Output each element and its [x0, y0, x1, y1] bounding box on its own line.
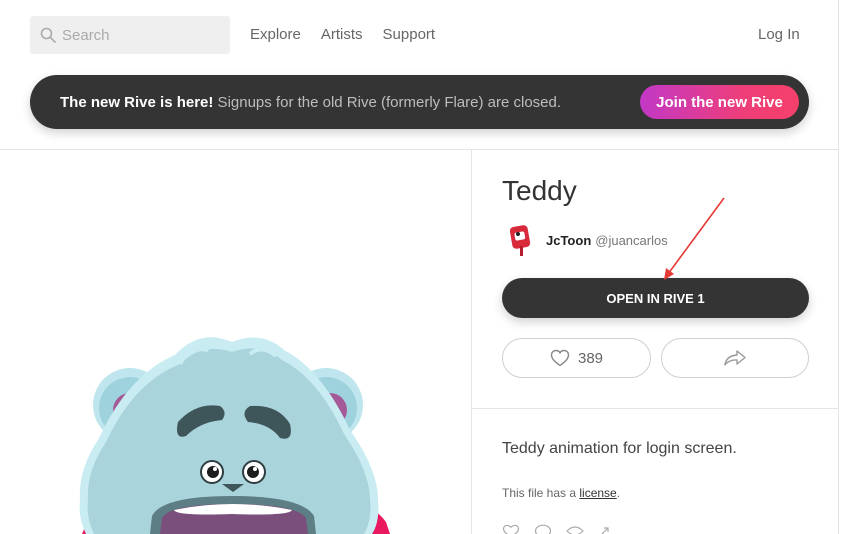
stat-views — [566, 524, 584, 534]
author-handle[interactable]: @juancarlos — [595, 233, 667, 248]
join-new-rive-button[interactable]: Join the new Rive — [640, 85, 799, 119]
banner-body: Signups for the old Rive (formerly Flare… — [213, 93, 562, 111]
search-bar[interactable] — [30, 16, 230, 54]
share-icon — [724, 350, 746, 366]
heart-icon — [502, 524, 520, 534]
stat-forks — [598, 524, 616, 534]
comment-icon — [534, 524, 552, 534]
nav-support[interactable]: Support — [383, 26, 436, 43]
artwork-preview[interactable] — [0, 150, 471, 534]
file-stats — [502, 524, 616, 534]
eye-icon — [566, 526, 584, 534]
share-button[interactable] — [661, 338, 809, 378]
teddy-illustration — [79, 337, 390, 534]
login-link[interactable]: Log In — [758, 26, 800, 43]
search-icon — [40, 27, 56, 43]
avatar-icon — [509, 225, 531, 256]
main-nav: Explore Artists Support — [250, 26, 435, 43]
panel-divider — [471, 150, 472, 534]
stat-comments — [534, 524, 552, 534]
heart-icon — [550, 349, 570, 367]
file-description: Teddy animation for login screen. — [502, 440, 737, 457]
search-input[interactable] — [62, 26, 222, 44]
banner-highlight: The new Rive is here! — [60, 93, 214, 111]
details-divider — [472, 408, 838, 409]
announcement-banner: The new Rive is here! Signups for the ol… — [30, 75, 809, 129]
annotation-arrow — [664, 197, 725, 280]
fork-icon — [601, 527, 609, 534]
author-name[interactable]: JcToon — [546, 233, 591, 248]
file-title: Teddy — [502, 175, 577, 206]
open-in-rive-button[interactable]: OPEN IN RIVE 1 — [502, 278, 809, 318]
like-button[interactable]: 389 — [502, 338, 651, 378]
author-info[interactable]: JcToon @juancarlos — [506, 222, 668, 258]
banner-message: The new Rive is here! Signups for the ol… — [60, 94, 561, 111]
license-note: This file has a license. — [502, 486, 620, 500]
nav-artists[interactable]: Artists — [321, 26, 363, 43]
like-count: 389 — [577, 349, 604, 367]
nav-explore[interactable]: Explore — [250, 26, 301, 43]
license-link[interactable]: license — [579, 486, 616, 500]
license-suffix: . — [616, 486, 621, 500]
license-prefix: This file has a — [502, 486, 580, 500]
stat-likes — [502, 524, 520, 534]
page-border — [838, 0, 839, 534]
